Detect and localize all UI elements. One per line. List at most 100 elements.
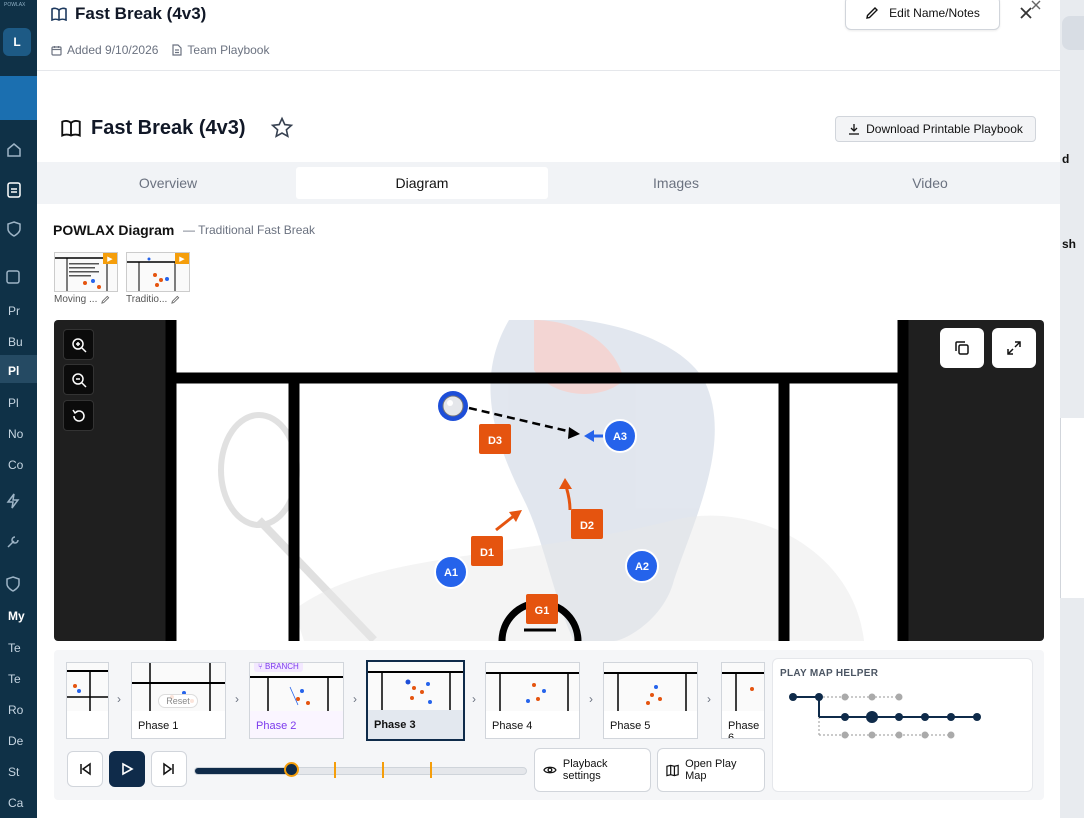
tab-video[interactable]: Video <box>804 167 1056 199</box>
favorite-star-icon[interactable] <box>270 116 294 140</box>
modal-meta: Added 9/10/2026 Team Playbook <box>51 43 269 57</box>
open-play-map-button[interactable]: Open Play Map <box>657 748 765 792</box>
phase-label: Phase 4 <box>492 720 533 732</box>
scrubber-handle[interactable] <box>283 762 299 777</box>
play-detail-modal: Fast Break (4v3) Added 9/10/2026 Team Pl… <box>37 0 1060 818</box>
sidebar-item[interactable]: No <box>8 427 23 441</box>
skip-back-icon <box>80 762 91 776</box>
category-text: Team Playbook <box>187 43 270 57</box>
phase-thumbnail-4[interactable]: Phase 4 <box>485 662 580 739</box>
svg-text:G1: G1 <box>535 605 550 617</box>
wrench-icon <box>6 535 20 549</box>
added-date-text: Added 9/10/2026 <box>67 43 159 57</box>
tab-images[interactable]: Images <box>550 167 802 199</box>
play-map-helper[interactable]: PLAY MAP HELPER <box>772 658 1033 792</box>
sidebar-item[interactable]: Ca <box>8 796 23 810</box>
phase-thumbnail-2[interactable]: ⑂ BRANCH Phase 2 <box>249 662 344 739</box>
background-sidebar: POWLAX L Pr Bu Pl Pl No Co My Te Te Ro D… <box>0 0 40 818</box>
phase-label: Phase 5 <box>610 720 651 732</box>
tab-diagram[interactable]: Diagram <box>296 167 548 199</box>
thumbnail-label-text: Moving ... <box>54 294 98 305</box>
edit-name-notes-button[interactable]: Edit Name/Notes <box>845 0 1000 30</box>
branch-tag-text: BRANCH <box>265 662 299 671</box>
phase-thumbnail-6[interactable]: Phase 6 <box>721 662 765 739</box>
team-avatar[interactable]: L <box>3 28 31 56</box>
chevron-right-icon: › <box>117 692 121 706</box>
diagram-thumbnail[interactable]: ▶ <box>54 252 118 292</box>
background-text: sh <box>1062 237 1077 251</box>
background-text: d <box>1062 152 1070 166</box>
diagram-subtitle: — Traditional Fast Break <box>183 223 316 237</box>
modal-title-text: Fast Break (4v3) <box>75 4 207 23</box>
reset-view-button[interactable] <box>63 400 94 431</box>
phase-label: Phase 3 <box>374 719 416 731</box>
previous-phase-button[interactable] <box>67 751 103 787</box>
sidebar-item[interactable]: Ro <box>8 703 23 717</box>
phase-thumbnail-partial[interactable] <box>66 662 109 739</box>
diagram-canvas[interactable]: D3 D1 D2 G1 A3 A1 A2 <box>54 320 1044 641</box>
sidebar-item[interactable]: Te <box>8 641 21 655</box>
sidebar-item-active[interactable]: Pl <box>8 364 19 378</box>
modal-title: Fast Break (4v3) <box>51 4 206 24</box>
tab-overview[interactable]: Overview <box>42 167 294 199</box>
phase-thumbnail-3[interactable]: Phase 3 <box>366 660 465 741</box>
category: Team Playbook <box>172 43 269 57</box>
playback-settings-button[interactable]: Playback settings <box>534 748 651 792</box>
chevron-right-icon: › <box>589 692 593 706</box>
copy-icon <box>955 341 969 355</box>
fullscreen-button[interactable] <box>992 328 1036 368</box>
phase-thumbnail-1[interactable]: Reset Phase 1 <box>131 662 226 739</box>
map-icon <box>666 764 679 776</box>
next-phase-button[interactable] <box>151 751 187 787</box>
shield-small-icon <box>6 576 20 592</box>
player-D1: D1 <box>471 536 503 566</box>
branch-tag: ⑂ BRANCH <box>254 662 303 672</box>
sidebar-item[interactable]: De <box>8 734 23 748</box>
sidebar-item[interactable]: Pr <box>8 304 20 318</box>
eye-icon <box>543 766 557 774</box>
sidebar-active-bar <box>0 355 40 383</box>
svg-text:A1: A1 <box>444 567 458 579</box>
play-video-icon: ▶ <box>175 253 189 264</box>
playback-panel: › Reset Phase 1 › ⑂ BRANCH Phase 2 › Pha… <box>54 650 1044 800</box>
skip-forward-icon <box>163 762 174 776</box>
sidebar-item[interactable]: Bu <box>8 335 23 349</box>
phase-label: Phase 2 <box>256 720 297 732</box>
pencil-icon <box>171 295 180 304</box>
brand-logo-text: POWLAX <box>4 2 26 8</box>
play-title: Fast Break (4v3) <box>61 116 294 140</box>
sidebar-item[interactable]: St <box>8 765 19 779</box>
copy-button[interactable] <box>940 328 984 368</box>
svg-text:D2: D2 <box>580 520 594 532</box>
player-G1: G1 <box>526 594 558 624</box>
zoom-out-button[interactable] <box>63 364 94 395</box>
play-video-icon: ▶ <box>103 253 117 264</box>
svg-text:A2: A2 <box>635 561 649 573</box>
download-playbook-button[interactable]: Download Printable Playbook <box>835 116 1036 142</box>
play-button[interactable] <box>109 751 145 787</box>
chevron-right-icon: › <box>353 692 357 706</box>
sidebar-item[interactable]: Co <box>8 458 23 472</box>
shield-icon[interactable] <box>6 220 22 238</box>
bolt-icon <box>6 493 20 509</box>
zoom-in-button[interactable] <box>63 329 94 360</box>
home-icon[interactable] <box>6 142 22 158</box>
sidebar-item[interactable]: Pl <box>8 396 19 410</box>
phase-thumbnail-5[interactable]: Phase 5 <box>603 662 698 739</box>
chevron-right-icon: › <box>235 692 239 706</box>
playback-scrubber[interactable] <box>194 767 527 775</box>
sidebar-item[interactable]: Te <box>8 672 21 686</box>
sidebar-highlight <box>0 76 40 120</box>
edit-button-label: Edit Name/Notes <box>889 6 980 20</box>
pencil-icon <box>101 295 110 304</box>
ball-carrier <box>438 391 468 421</box>
play-map-graph <box>789 693 981 739</box>
close-secondary-icon[interactable] <box>1029 0 1043 12</box>
clipboard-icon[interactable] <box>6 180 22 198</box>
background-card <box>1060 418 1084 598</box>
diagram-thumbnail[interactable]: ▶ <box>126 252 190 292</box>
thumbnail-label: Traditio... <box>126 294 180 305</box>
sidebar-item[interactable]: My <box>8 609 25 623</box>
player-A1: A1 <box>434 555 468 589</box>
player-A2: A2 <box>625 549 659 583</box>
